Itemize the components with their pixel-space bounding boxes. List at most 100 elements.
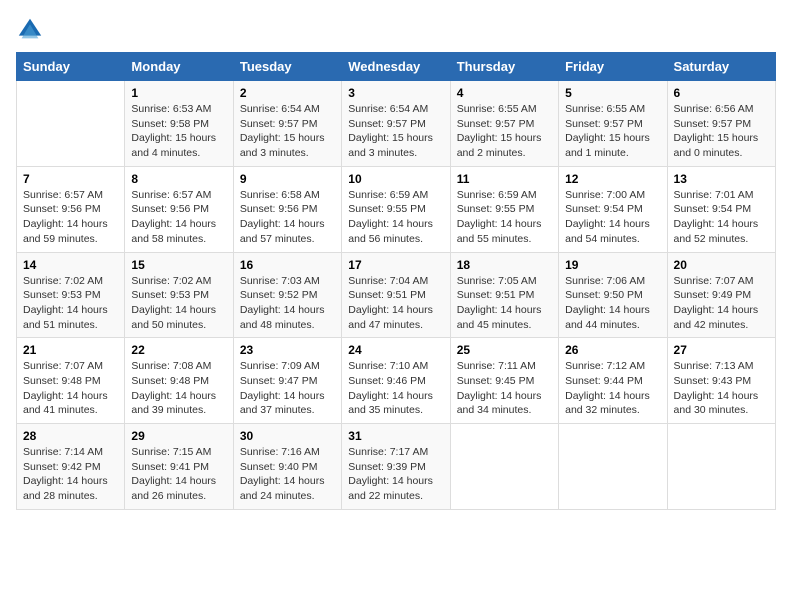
calendar-table: SundayMondayTuesdayWednesdayThursdayFrid… <box>16 52 776 510</box>
day-number: 7 <box>23 172 118 186</box>
day-info: Sunrise: 6:54 AMSunset: 9:57 PMDaylight:… <box>240 102 335 161</box>
day-number: 2 <box>240 86 335 100</box>
day-number: 17 <box>348 258 443 272</box>
day-info: Sunrise: 7:05 AMSunset: 9:51 PMDaylight:… <box>457 274 552 333</box>
day-info: Sunrise: 7:01 AMSunset: 9:54 PMDaylight:… <box>674 188 769 247</box>
day-info: Sunrise: 7:13 AMSunset: 9:43 PMDaylight:… <box>674 359 769 418</box>
calendar-week-row: 21 Sunrise: 7:07 AMSunset: 9:48 PMDayligh… <box>17 338 776 424</box>
day-number: 15 <box>131 258 226 272</box>
day-info: Sunrise: 7:07 AMSunset: 9:48 PMDaylight:… <box>23 359 118 418</box>
calendar-day-cell: 2 Sunrise: 6:54 AMSunset: 9:57 PMDaylight… <box>233 81 341 167</box>
day-number: 8 <box>131 172 226 186</box>
day-info: Sunrise: 6:59 AMSunset: 9:55 PMDaylight:… <box>348 188 443 247</box>
calendar-week-row: 14 Sunrise: 7:02 AMSunset: 9:53 PMDayligh… <box>17 252 776 338</box>
day-info: Sunrise: 7:12 AMSunset: 9:44 PMDaylight:… <box>565 359 660 418</box>
day-info: Sunrise: 7:02 AMSunset: 9:53 PMDaylight:… <box>23 274 118 333</box>
day-number: 28 <box>23 429 118 443</box>
day-info: Sunrise: 6:57 AMSunset: 9:56 PMDaylight:… <box>131 188 226 247</box>
calendar-day-cell: 31 Sunrise: 7:17 AMSunset: 9:39 PMDayligh… <box>342 424 450 510</box>
day-info: Sunrise: 7:14 AMSunset: 9:42 PMDaylight:… <box>23 445 118 504</box>
day-info: Sunrise: 6:57 AMSunset: 9:56 PMDaylight:… <box>23 188 118 247</box>
weekday-header-monday: Monday <box>125 53 233 81</box>
calendar-day-cell: 24 Sunrise: 7:10 AMSunset: 9:46 PMDayligh… <box>342 338 450 424</box>
weekday-header-tuesday: Tuesday <box>233 53 341 81</box>
day-number: 31 <box>348 429 443 443</box>
day-info: Sunrise: 6:56 AMSunset: 9:57 PMDaylight:… <box>674 102 769 161</box>
calendar-week-row: 1 Sunrise: 6:53 AMSunset: 9:58 PMDaylight… <box>17 81 776 167</box>
day-number: 13 <box>674 172 769 186</box>
day-number: 24 <box>348 343 443 357</box>
weekday-header-friday: Friday <box>559 53 667 81</box>
calendar-day-cell: 3 Sunrise: 6:54 AMSunset: 9:57 PMDaylight… <box>342 81 450 167</box>
calendar-day-cell: 14 Sunrise: 7:02 AMSunset: 9:53 PMDayligh… <box>17 252 125 338</box>
day-info: Sunrise: 7:08 AMSunset: 9:48 PMDaylight:… <box>131 359 226 418</box>
calendar-day-cell: 13 Sunrise: 7:01 AMSunset: 9:54 PMDayligh… <box>667 166 775 252</box>
empty-day-cell <box>559 424 667 510</box>
calendar-day-cell: 5Sunrise: 6:55 AMSunset: 9:57 PMDaylight… <box>559 81 667 167</box>
day-info: Sunrise: 7:03 AMSunset: 9:52 PMDaylight:… <box>240 274 335 333</box>
calendar-day-cell: 11 Sunrise: 6:59 AMSunset: 9:55 PMDayligh… <box>450 166 558 252</box>
day-info: Sunrise: 6:55 AMSunset: 9:57 PMDaylight:… <box>457 102 552 161</box>
day-info: Sunrise: 6:53 AMSunset: 9:58 PMDaylight:… <box>131 102 226 161</box>
day-number: 23 <box>240 343 335 357</box>
day-number: 12 <box>565 172 660 186</box>
calendar-day-cell: 16 Sunrise: 7:03 AMSunset: 9:52 PMDayligh… <box>233 252 341 338</box>
day-info: Sunrise: 7:16 AMSunset: 9:40 PMDaylight:… <box>240 445 335 504</box>
day-number: 9 <box>240 172 335 186</box>
empty-day-cell <box>667 424 775 510</box>
day-number: 20 <box>674 258 769 272</box>
calendar-day-cell: 23Sunrise: 7:09 AMSunset: 9:47 PMDayligh… <box>233 338 341 424</box>
day-info: Sunrise: 7:07 AMSunset: 9:49 PMDaylight:… <box>674 274 769 333</box>
day-number: 16 <box>240 258 335 272</box>
weekday-header-thursday: Thursday <box>450 53 558 81</box>
day-info: Sunrise: 7:06 AMSunset: 9:50 PMDaylight:… <box>565 274 660 333</box>
calendar-day-cell: 8 Sunrise: 6:57 AMSunset: 9:56 PMDaylight… <box>125 166 233 252</box>
day-number: 29 <box>131 429 226 443</box>
empty-day-cell <box>450 424 558 510</box>
day-number: 6 <box>674 86 769 100</box>
calendar-day-cell: 17Sunrise: 7:04 AMSunset: 9:51 PMDayligh… <box>342 252 450 338</box>
day-number: 30 <box>240 429 335 443</box>
day-info: Sunrise: 6:59 AMSunset: 9:55 PMDaylight:… <box>457 188 552 247</box>
calendar-week-row: 7 Sunrise: 6:57 AMSunset: 9:56 PMDaylight… <box>17 166 776 252</box>
calendar-day-cell: 18Sunrise: 7:05 AMSunset: 9:51 PMDayligh… <box>450 252 558 338</box>
empty-day-cell <box>17 81 125 167</box>
day-info: Sunrise: 7:17 AMSunset: 9:39 PMDaylight:… <box>348 445 443 504</box>
calendar-day-cell: 10 Sunrise: 6:59 AMSunset: 9:55 PMDayligh… <box>342 166 450 252</box>
calendar-day-cell: 6 Sunrise: 6:56 AMSunset: 9:57 PMDaylight… <box>667 81 775 167</box>
day-number: 5 <box>565 86 660 100</box>
day-info: Sunrise: 7:11 AMSunset: 9:45 PMDaylight:… <box>457 359 552 418</box>
logo-icon <box>16 16 44 44</box>
calendar-day-cell: 4 Sunrise: 6:55 AMSunset: 9:57 PMDaylight… <box>450 81 558 167</box>
calendar-day-cell: 25 Sunrise: 7:11 AMSunset: 9:45 PMDayligh… <box>450 338 558 424</box>
day-info: Sunrise: 7:15 AMSunset: 9:41 PMDaylight:… <box>131 445 226 504</box>
day-info: Sunrise: 7:10 AMSunset: 9:46 PMDaylight:… <box>348 359 443 418</box>
day-number: 11 <box>457 172 552 186</box>
day-number: 19 <box>565 258 660 272</box>
day-number: 4 <box>457 86 552 100</box>
calendar-day-cell: 29 Sunrise: 7:15 AMSunset: 9:41 PMDayligh… <box>125 424 233 510</box>
day-number: 22 <box>131 343 226 357</box>
day-number: 10 <box>348 172 443 186</box>
day-number: 1 <box>131 86 226 100</box>
weekday-header-sunday: Sunday <box>17 53 125 81</box>
day-info: Sunrise: 7:00 AMSunset: 9:54 PMDaylight:… <box>565 188 660 247</box>
logo <box>16 16 48 44</box>
weekday-header-saturday: Saturday <box>667 53 775 81</box>
day-info: Sunrise: 6:54 AMSunset: 9:57 PMDaylight:… <box>348 102 443 161</box>
calendar-day-cell: 19 Sunrise: 7:06 AMSunset: 9:50 PMDayligh… <box>559 252 667 338</box>
calendar-day-cell: 26 Sunrise: 7:12 AMSunset: 9:44 PMDayligh… <box>559 338 667 424</box>
calendar-day-cell: 28 Sunrise: 7:14 AMSunset: 9:42 PMDayligh… <box>17 424 125 510</box>
day-number: 27 <box>674 343 769 357</box>
calendar-day-cell: 9 Sunrise: 6:58 AMSunset: 9:56 PMDaylight… <box>233 166 341 252</box>
day-info: Sunrise: 6:58 AMSunset: 9:56 PMDaylight:… <box>240 188 335 247</box>
day-number: 25 <box>457 343 552 357</box>
day-number: 21 <box>23 343 118 357</box>
day-number: 26 <box>565 343 660 357</box>
calendar-day-cell: 27 Sunrise: 7:13 AMSunset: 9:43 PMDayligh… <box>667 338 775 424</box>
day-info: Sunrise: 7:02 AMSunset: 9:53 PMDaylight:… <box>131 274 226 333</box>
calendar-week-row: 28 Sunrise: 7:14 AMSunset: 9:42 PMDayligh… <box>17 424 776 510</box>
day-number: 3 <box>348 86 443 100</box>
weekday-header-wednesday: Wednesday <box>342 53 450 81</box>
day-number: 14 <box>23 258 118 272</box>
